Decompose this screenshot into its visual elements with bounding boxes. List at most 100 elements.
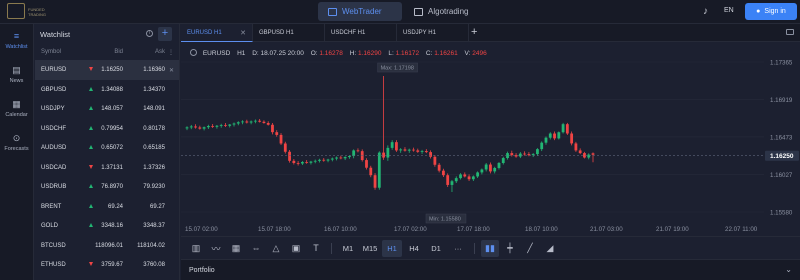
candle-body: [198, 127, 202, 129]
timeframe-d1[interactable]: D1: [426, 240, 446, 257]
chart-tab-usdjpy[interactable]: USDJPY H1: [397, 24, 469, 42]
timeframe-m1[interactable]: M1: [338, 240, 358, 257]
candle-body: [262, 121, 266, 124]
close-icon[interactable]: ✕: [169, 67, 174, 74]
column-symbol: Symbol: [41, 49, 62, 55]
add-symbol-button[interactable]: +: [158, 27, 172, 41]
candles-icon[interactable]: ▮▮: [481, 239, 499, 257]
watchlist-row[interactable]: USDJPY 148.057 148.091: [35, 99, 179, 119]
add-tab-button[interactable]: +: [471, 26, 477, 38]
chart-tab-gbpusd[interactable]: GBPUSD H1: [253, 24, 325, 42]
top-bar: FUNDED TRADING WebTrader Algotrading ♪ E…: [0, 0, 800, 24]
candle-body: [459, 174, 462, 179]
info-icon[interactable]: i: [146, 30, 153, 37]
arrow-up-icon: [89, 125, 93, 130]
left-nav: ≡ Watchlist ▤ News ▦ Calendar ⊙ Forecast…: [0, 24, 34, 280]
chart-tab-eurusd[interactable]: EURUSD H1 ✕: [181, 24, 253, 42]
candle-body: [553, 133, 556, 139]
column-menu-icon[interactable]: ⋮: [168, 49, 174, 56]
watchlist-row[interactable]: BRENT 69.24 69.27: [35, 197, 179, 217]
watchlist-rows: EURUSD 1.16250 1.16360 ✕ GBPUSD 1.34088 1.3437…: [35, 60, 179, 275]
camera-icon[interactable]: [786, 29, 794, 35]
divider: [474, 242, 475, 254]
tab-algotrading[interactable]: Algotrading: [404, 2, 482, 21]
row-ask: 148.091: [143, 106, 165, 112]
shapes-icon[interactable]: △: [267, 240, 285, 257]
row-symbol: USDJPY: [41, 106, 65, 112]
chart-tab-usdchf[interactable]: USDCHF H1: [325, 24, 397, 42]
watchlist-row[interactable]: USDRUB 76.8970 79.9230: [35, 177, 179, 197]
frame-icon[interactable]: ▣: [287, 240, 305, 257]
ohlc-date-label: D:: [252, 50, 259, 57]
calendar-tool-icon[interactable]: ▦: [227, 240, 245, 257]
candle-body: [326, 159, 330, 161]
trend-icon[interactable]: 〰: [207, 240, 225, 257]
timeframe-h1[interactable]: H1: [382, 239, 402, 257]
sign-in-button[interactable]: ● Sign in: [745, 3, 797, 20]
language-selector[interactable]: EN: [724, 7, 734, 14]
watchlist-row[interactable]: GBPUSD 1.34088 1.34370: [35, 80, 179, 100]
row-ask: 79.9230: [143, 184, 165, 190]
candle-body: [420, 151, 424, 152]
candle-body: [219, 125, 223, 126]
forecasts-icon: ⊙: [12, 133, 21, 143]
nav-item-watchlist[interactable]: ≡ Watchlist: [0, 24, 33, 58]
watchlist-row[interactable]: BTCUSD 118096.01 118104.02: [35, 236, 179, 256]
candle-body: [578, 150, 582, 154]
x-tick-label: 22.07 11:00: [725, 226, 758, 233]
area-chart-icon[interactable]: ◢: [541, 240, 559, 257]
candle-body: [565, 124, 569, 134]
candlestick-chart[interactable]: 1.17365 1.16919 1.16473 1.16027 1.15580 15.07…: [181, 42, 800, 236]
row-ask: 1.37326: [143, 164, 165, 171]
row-bid: 1.34088: [101, 86, 123, 93]
watchlist-row[interactable]: GOLD 3348.16 3348.37: [35, 216, 179, 236]
chart-tab-label: USDCHF H1: [331, 30, 366, 36]
x-tick-label: 18.07 10:00: [525, 226, 558, 233]
row-bid: 118096.01: [95, 242, 123, 249]
candle-body: [403, 149, 407, 151]
row-ask: 69.27: [149, 203, 165, 210]
candle-body: [429, 152, 432, 157]
candle-body: [544, 137, 548, 143]
chevron-down-icon[interactable]: ⌄: [785, 265, 792, 274]
text-tool-icon[interactable]: T: [307, 240, 325, 257]
candle-body: [471, 176, 475, 180]
watchlist-row[interactable]: AUDUSD 0.65072 0.65185: [35, 138, 179, 158]
candle-body: [540, 142, 544, 150]
bars-icon[interactable]: ┿: [501, 240, 519, 257]
x-tick-label: 21.07 03:00: [590, 226, 623, 233]
ohlc-high-label: H:: [349, 50, 357, 57]
indicators-icon[interactable]: ▥: [187, 240, 205, 257]
candle-body: [283, 143, 287, 152]
ohlc-open: 1.16278: [319, 50, 343, 57]
row-bid: 0.65072: [101, 145, 123, 151]
candle-body: [416, 150, 420, 152]
candle-body: [518, 153, 522, 157]
candle-body: [356, 150, 360, 152]
candle-body: [446, 175, 450, 185]
music-note-icon[interactable]: ♪: [703, 6, 708, 17]
line-chart-icon[interactable]: ╱: [521, 240, 539, 257]
watchlist-row[interactable]: USDCHF 0.79954 0.80178: [35, 119, 179, 139]
watchlist-header: Watchlist i +: [35, 24, 179, 44]
chart-area[interactable]: EURUSD H1 D: 18.07.25 20:00 O: 1.16278 H…: [181, 42, 800, 236]
watchlist-row[interactable]: USDCAD 1.37131 1.37326: [35, 158, 179, 178]
nav-item-calendar[interactable]: ▦ Calendar: [0, 92, 33, 126]
close-icon[interactable]: ✕: [240, 29, 246, 37]
candle-body: [318, 159, 321, 161]
watchlist-row[interactable]: EURUSD 1.16250 1.16360 ✕: [35, 60, 179, 80]
more-timeframes-button[interactable]: ···: [448, 240, 468, 257]
candle-body: [335, 157, 338, 159]
candle-body: [497, 163, 501, 168]
candle-body: [330, 158, 334, 160]
nav-item-forecasts[interactable]: ⊙ Forecasts: [0, 126, 33, 160]
portfolio-bar[interactable]: Portfolio ⌄: [181, 259, 800, 280]
candle-body: [382, 152, 385, 158]
ruler-icon[interactable]: ⇔: [247, 240, 265, 257]
watchlist-row[interactable]: ETHUSD 3759.67 3760.08: [35, 255, 179, 275]
candle-body: [583, 153, 586, 158]
tab-webtrader[interactable]: WebTrader: [318, 2, 402, 21]
nav-item-news[interactable]: ▤ News: [0, 58, 33, 92]
timeframe-h4[interactable]: H4: [404, 240, 424, 257]
timeframe-m15[interactable]: M15: [360, 240, 380, 257]
